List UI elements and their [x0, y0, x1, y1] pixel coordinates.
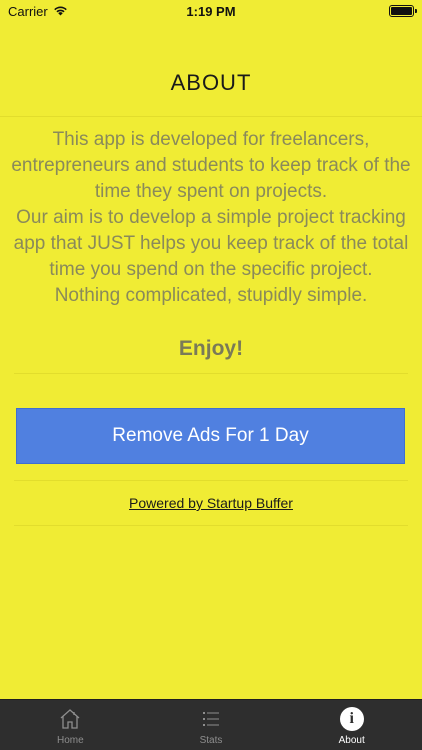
about-line-1: This app is developed for freelancers, e… — [11, 129, 411, 202]
status-left: Carrier — [8, 4, 68, 19]
home-icon — [57, 706, 83, 732]
about-line-3: Nothing complicated, stupidly simple. — [54, 285, 368, 306]
page-title: ABOUT — [170, 70, 252, 95]
about-line-2: Our aim is to develop a simple project t… — [13, 207, 409, 280]
tab-about-label: About — [338, 735, 365, 746]
battery-fill — [391, 7, 412, 15]
tab-bar: Home Stats i About — [0, 699, 422, 750]
tab-about[interactable]: i About — [281, 700, 422, 750]
footer-divider — [14, 525, 408, 526]
wifi-icon — [53, 4, 68, 19]
powered-by-link[interactable]: Powered by Startup Buffer — [0, 495, 422, 511]
info-icon: i — [339, 706, 365, 732]
enjoy-text: Enjoy! — [178, 337, 244, 360]
about-description: This app is developed for freelancers, e… — [10, 127, 412, 309]
tab-stats-label: Stats — [199, 735, 223, 746]
tab-home-label: Home — [56, 735, 84, 746]
tab-home[interactable]: Home — [0, 700, 141, 750]
list-icon — [198, 706, 224, 732]
header-divider — [0, 116, 422, 117]
tab-stats[interactable]: Stats — [141, 700, 282, 750]
remove-ads-button[interactable]: Remove Ads For 1 Day — [16, 408, 405, 464]
battery-icon — [389, 5, 417, 17]
about-divider — [14, 373, 408, 374]
carrier-label: Carrier — [8, 3, 48, 19]
info-circle: i — [339, 707, 364, 731]
status-bar: Carrier 1:19 PM — [0, 0, 422, 22]
button-divider — [14, 480, 408, 481]
status-time: 1:19 PM — [186, 3, 236, 19]
